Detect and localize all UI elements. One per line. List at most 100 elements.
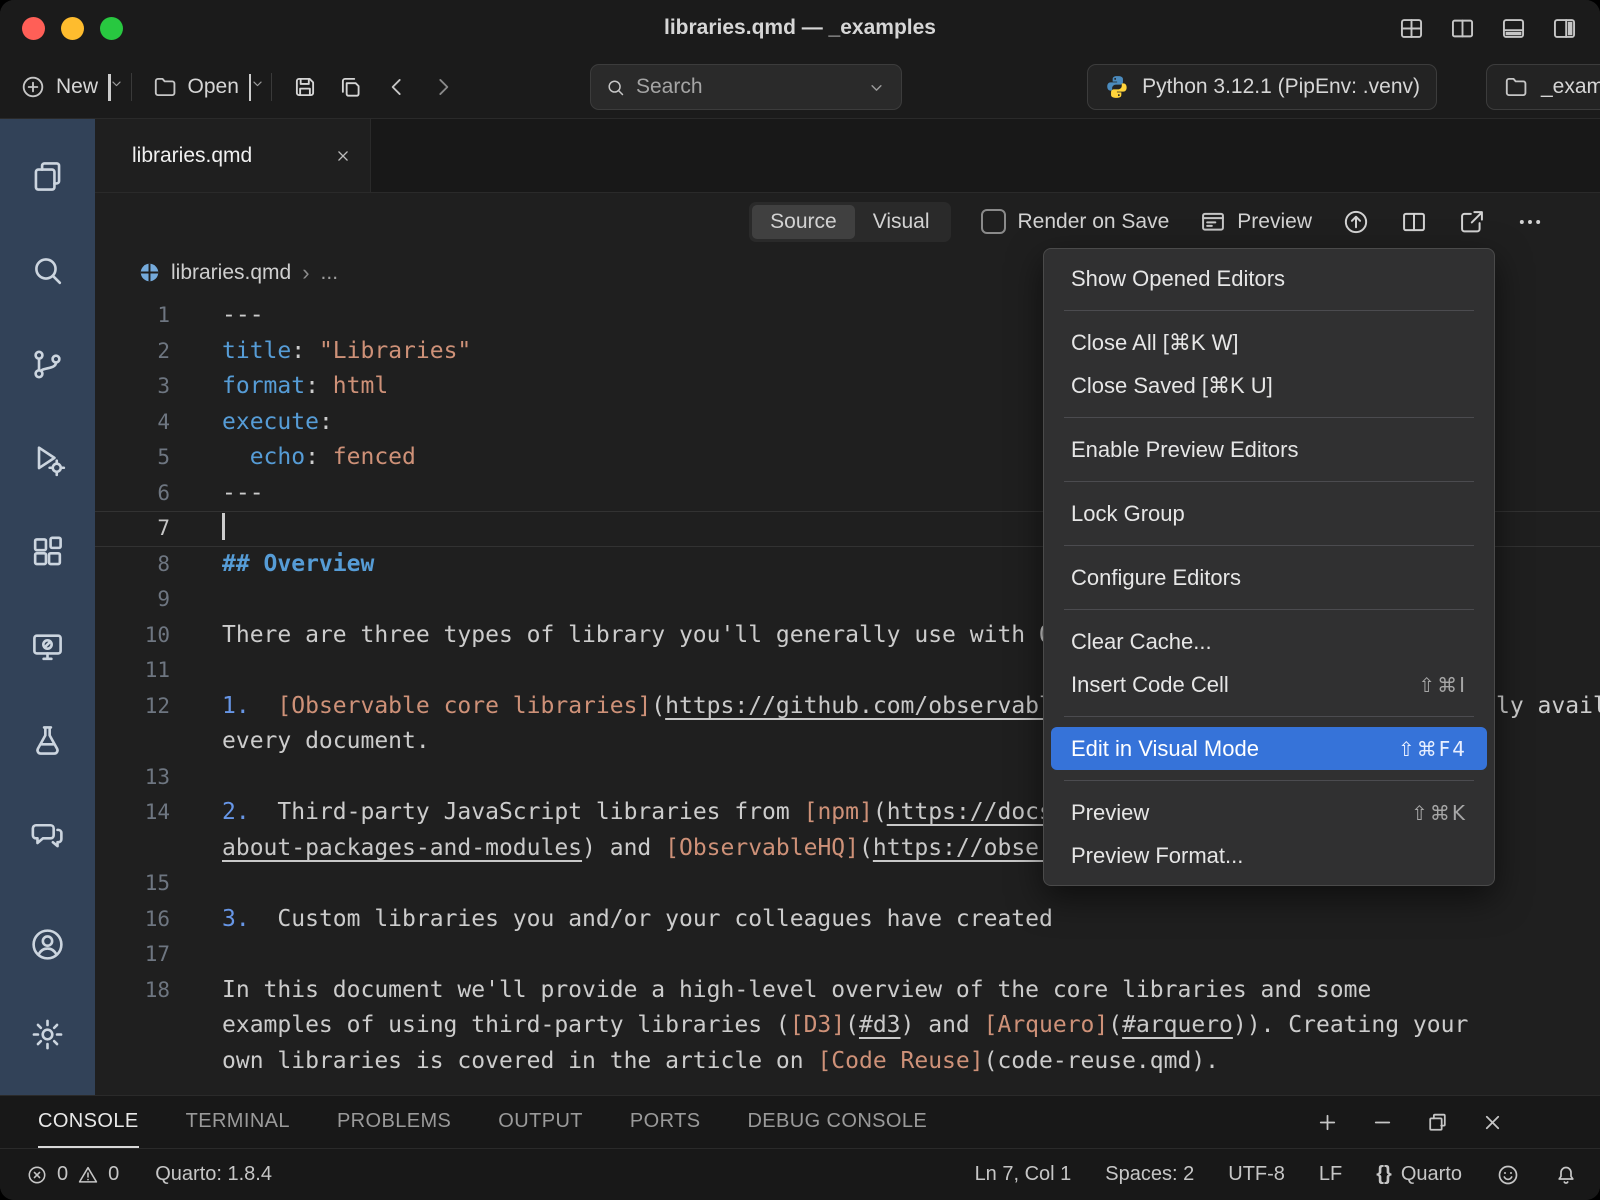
menu-separator [1064,481,1474,482]
line-number: 14 [95,795,170,831]
code-line[interactable]: 18In this document we'll provide a high-… [95,973,1600,1009]
menu-item-lock-group[interactable]: Lock Group [1051,492,1487,535]
activity-bar-top [0,129,95,881]
code-line[interactable]: own libraries is covered in the article … [95,1044,1600,1080]
visual-mode-button[interactable]: Visual [855,205,948,239]
breadcrumb-more[interactable]: ... [321,261,339,285]
open-in-new-window-button[interactable] [1458,208,1486,236]
menu-item-label: Show Opened Editors [1071,266,1285,292]
problems-indicator[interactable]: 0 0 [26,1163,119,1186]
tab-label: libraries.qmd [132,144,252,168]
activity-search-icon[interactable] [0,223,95,317]
panel-tab-terminal[interactable]: TERMINAL [186,1096,290,1148]
editor-tab-bar: libraries.qmd [95,119,1600,193]
menu-item-clear-cache[interactable]: Clear Cache... [1051,620,1487,663]
more-actions-button[interactable] [1516,208,1544,236]
encoding-indicator[interactable]: UTF-8 [1228,1163,1285,1186]
menu-item-close-saved-k-u[interactable]: Close Saved [⌘K U] [1051,364,1487,407]
minimize-window-button[interactable] [61,17,84,40]
eol-indicator[interactable]: LF [1319,1163,1342,1186]
menu-item-configure-editors[interactable]: Configure Editors [1051,556,1487,599]
source-visual-toggle: Source Visual [749,202,950,242]
panel-plus-icon[interactable] [1315,1110,1340,1135]
app-window: libraries.qmd — _examples New Open Searc… [0,0,1600,1200]
line-number: 9 [95,582,170,618]
top-toolbar: New Open Search Python 3.12.1 (PipEnv: .… [0,56,1600,119]
activity-account-icon[interactable] [0,899,95,989]
menu-item-preview[interactable]: Preview⇧⌘K [1051,791,1487,834]
panel-restore-icon[interactable] [1425,1110,1450,1135]
navigate-forward-button[interactable] [430,74,456,100]
activity-settings-icon[interactable] [0,989,95,1079]
menu-item-edit-in-visual-mode[interactable]: Edit in Visual Mode⇧⌘F4 [1051,727,1487,770]
code-line[interactable]: examples of using third-party libraries … [95,1008,1600,1044]
code-line-text: In this document we'll provide a high-le… [222,973,1371,1009]
language-mode-indicator[interactable]: {} Quarto [1376,1163,1462,1186]
notifications-bell-icon[interactable] [1554,1163,1578,1187]
breadcrumb-file[interactable]: libraries.qmd [171,261,291,285]
activity-extensions-icon[interactable] [0,505,95,599]
close-tab-icon[interactable] [334,147,352,165]
navigate-back-button[interactable] [384,74,410,100]
open-button[interactable]: Open [152,74,252,101]
activity-chat-icon[interactable] [0,787,95,881]
error-count: 0 [57,1163,68,1186]
indentation-indicator[interactable]: Spaces: 2 [1105,1163,1194,1186]
code-line[interactable]: 163. Custom libraries you and/or your co… [95,902,1600,938]
source-mode-button[interactable]: Source [752,205,855,239]
line-number: 10 [95,618,170,654]
activity-files-icon[interactable] [0,129,95,223]
interpreter-selector[interactable]: Python 3.12.1 (PipEnv: .venv) [1087,64,1437,110]
search-icon [605,77,626,98]
panel-close-icon[interactable] [1480,1110,1505,1135]
code-line[interactable]: 17 [95,937,1600,973]
publish-button[interactable] [1342,208,1370,236]
workspace-button[interactable]: _examples [1486,64,1600,110]
layout-grid-icon[interactable] [1398,15,1425,42]
preview-button[interactable]: Preview [1199,208,1312,236]
split-editor-icon[interactable] [1449,15,1476,42]
menu-item-insert-code-cell[interactable]: Insert Code Cell⇧⌘I [1051,663,1487,706]
menu-item-enable-preview-editors[interactable]: Enable Preview Editors [1051,428,1487,471]
line-number [95,1008,170,1044]
feedback-smiley-icon[interactable] [1496,1163,1520,1187]
new-button-label: New [56,75,98,99]
menu-item-close-all-k-w[interactable]: Close All [⌘K W] [1051,321,1487,364]
new-button[interactable]: New [20,74,111,101]
menu-item-label: Close All [⌘K W] [1071,330,1238,356]
code-line-text: ## Overview [222,547,374,583]
zoom-window-button[interactable] [100,17,123,40]
toolbar-divider [271,73,272,101]
activity-sessions-icon[interactable] [0,599,95,693]
tab-libraries-qmd[interactable]: libraries.qmd [95,119,371,192]
panel-tab-console[interactable]: CONSOLE [38,1096,139,1148]
activity-source-control-icon[interactable] [0,317,95,411]
close-window-button[interactable] [22,17,45,40]
cursor-position-indicator[interactable]: Ln 7, Col 1 [975,1163,1072,1186]
panel-tab-output[interactable]: OUTPUT [498,1096,583,1148]
line-number [95,1044,170,1080]
panel-tab-ports[interactable]: PORTS [630,1096,701,1148]
editor-actions-bar: Source Visual Render on Save Preview [95,193,1600,250]
save-all-button[interactable] [338,74,364,100]
panel-tab-debug-console[interactable]: DEBUG CONSOLE [747,1096,927,1148]
panel-right-icon[interactable] [1551,15,1578,42]
activity-run-debug-icon[interactable] [0,411,95,505]
line-number: 17 [95,937,170,973]
panel-bottom-icon[interactable] [1500,15,1527,42]
panel-minimize-icon[interactable] [1370,1110,1395,1135]
plus-circle-icon [20,74,46,100]
line-number [95,831,170,867]
menu-item-show-opened-editors[interactable]: Show Opened Editors [1051,257,1487,300]
line-number: 3 [95,369,170,405]
activity-testing-icon[interactable] [0,693,95,787]
menu-item-label: Insert Code Cell [1071,672,1229,698]
menu-item-preview-format[interactable]: Preview Format... [1051,834,1487,877]
global-search-input[interactable]: Search [590,64,902,110]
quarto-version-indicator[interactable]: Quarto: 1.8.4 [155,1163,272,1186]
panel-tab-problems[interactable]: PROBLEMS [337,1096,451,1148]
render-on-save-checkbox[interactable] [981,209,1006,234]
render-on-save-toggle[interactable]: Render on Save [981,209,1170,234]
split-editor-button[interactable] [1400,208,1428,236]
save-button[interactable] [292,74,318,100]
